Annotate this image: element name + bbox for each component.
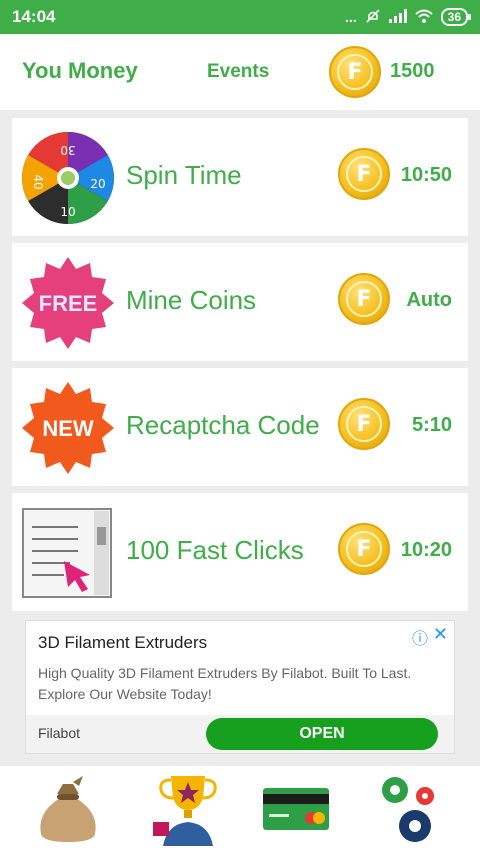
task-value: 10:50	[400, 164, 452, 186]
task-value: Auto	[406, 289, 452, 311]
wheel-label: 20	[90, 177, 105, 191]
nav-money-bag[interactable]	[30, 774, 106, 848]
task-card-recaptcha-code[interactable]: NEW Recaptcha Code F 5:10	[12, 368, 468, 486]
nav-trophy[interactable]	[150, 774, 226, 848]
info-icon[interactable]: ⓘ	[412, 625, 428, 649]
task-title: Mine Coins	[126, 285, 257, 315]
coin-icon: F	[338, 273, 390, 325]
status-icons: ... 36	[344, 8, 472, 27]
money-bag-icon	[33, 774, 103, 849]
free-badge-text: FREE	[39, 291, 98, 316]
task-card-mine-coins[interactable]: FREE Mine Coins F Auto	[12, 243, 468, 361]
notification-dots: ...	[344, 9, 357, 25]
task-title: Recaptcha Code	[126, 410, 320, 440]
trophy-icon	[153, 772, 223, 851]
app-title[interactable]: You Money	[22, 58, 138, 84]
ad-title[interactable]: 3D Filament Extruders	[38, 633, 207, 653]
ad-description: High Quality 3D Filament Extruders By Fi…	[38, 665, 412, 702]
coin-icon: F	[338, 523, 390, 575]
credit-card-icon	[261, 786, 331, 837]
coin-icon: F	[338, 148, 390, 200]
nav-settings[interactable]	[374, 774, 450, 848]
task-value: 5:10	[411, 414, 452, 436]
battery-indicator: 36	[440, 8, 472, 26]
free-badge-icon: FREE	[20, 255, 116, 351]
wheel-label: 40	[31, 174, 45, 189]
coin-icon: F	[329, 46, 381, 98]
wheel-label: 10	[60, 205, 75, 219]
task-card-spin-time[interactable]: 30 20 10 40 Spin Time F 10:50	[12, 118, 468, 236]
ad-advertiser: Filabot	[38, 725, 81, 741]
settings-gears-icon	[377, 772, 447, 851]
wheel-label: 30	[60, 143, 75, 157]
close-icon[interactable]: ✕	[433, 624, 448, 645]
open-button[interactable]: OPEN	[206, 718, 438, 750]
status-time: 14:04	[12, 7, 56, 26]
click-window-icon	[20, 505, 116, 601]
app-header: You Money Events F 1500	[0, 34, 480, 110]
task-title: Spin Time	[126, 160, 242, 190]
coin-icon: F	[338, 398, 390, 450]
signal-icon	[388, 8, 407, 26]
mute-icon	[365, 8, 381, 27]
wifi-icon	[414, 9, 433, 26]
coin-balance: 1500	[390, 60, 435, 82]
events-link[interactable]: Events	[207, 61, 269, 83]
bottom-nav	[0, 766, 480, 853]
ad-banner[interactable]: 3D Filament Extruders ⓘ ✕ High Quality 3…	[25, 620, 455, 754]
task-value: 10:20	[400, 539, 452, 561]
new-badge-icon: NEW	[20, 380, 116, 476]
spin-wheel-icon: 30 20 10 40	[20, 130, 116, 226]
task-card-fast-clicks[interactable]: 100 Fast Clicks F 10:20	[12, 493, 468, 611]
new-badge-text: NEW	[42, 416, 94, 441]
ad-footer: Filabot OPEN	[26, 715, 454, 753]
status-bar: 14:04 ... 36	[0, 0, 480, 34]
nav-card[interactable]	[258, 774, 334, 848]
task-title: 100 Fast Clicks	[126, 535, 304, 565]
